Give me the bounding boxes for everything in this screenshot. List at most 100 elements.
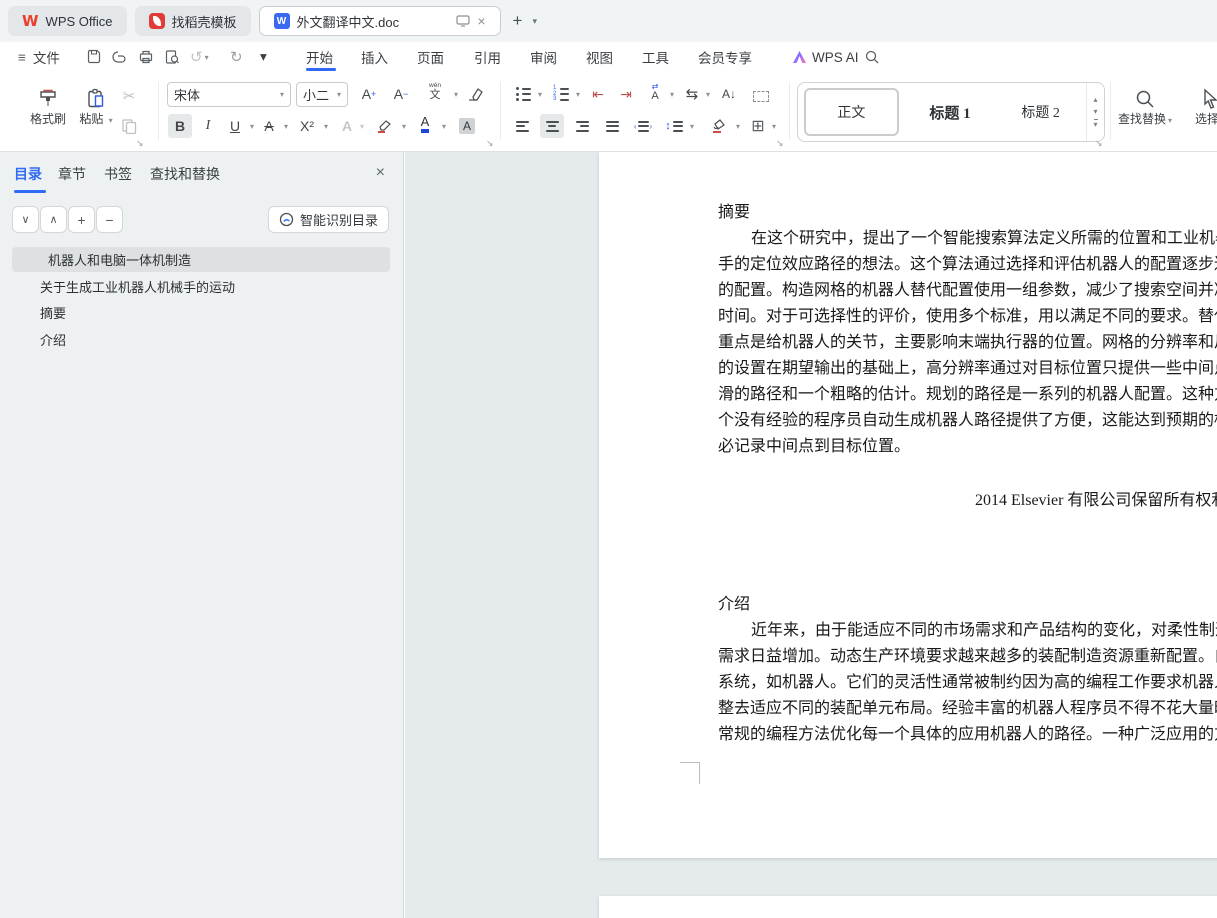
- tab-docer-templates[interactable]: 找稻壳模板: [134, 6, 251, 36]
- font-color-button[interactable]: A: [412, 112, 438, 136]
- justify-icon[interactable]: [600, 114, 624, 138]
- paragraph-group-expand-icon[interactable]: ↘: [776, 138, 784, 149]
- superscript-button[interactable]: X²: [294, 114, 320, 138]
- align-right-icon[interactable]: [570, 114, 594, 138]
- smart-outline-button[interactable]: 智能识别目录: [267, 206, 389, 233]
- outline-item[interactable]: 机器人和电脑一体机制造: [12, 247, 390, 272]
- zoom-out-outline-icon[interactable]: −: [96, 206, 123, 233]
- menu-view[interactable]: 视图: [586, 42, 613, 72]
- new-tab-button[interactable]: +: [513, 11, 523, 31]
- font-name-select[interactable]: 宋体 ▾: [167, 82, 291, 107]
- document-page-2[interactable]: [599, 896, 1217, 918]
- expand-icon[interactable]: ∧: [40, 206, 67, 233]
- bullet-chevron-icon[interactable]: ▾: [538, 90, 542, 99]
- highlight-chevron-icon[interactable]: ▾: [402, 122, 406, 131]
- find-replace-chevron-icon[interactable]: ▾: [1168, 116, 1172, 125]
- redo-icon[interactable]: ↻: [230, 42, 243, 72]
- undo-icon[interactable]: ↺ ▾: [190, 42, 209, 72]
- export-icon[interactable]: [112, 42, 128, 72]
- bullet-list-icon[interactable]: [510, 82, 536, 106]
- font-group-expand-icon[interactable]: ↘: [486, 138, 494, 149]
- numbered-chevron-icon[interactable]: ▾: [576, 90, 580, 99]
- find-replace-button[interactable]: 查找替换 ▾: [1116, 80, 1174, 127]
- increase-indent-icon[interactable]: ⇥: [614, 82, 638, 106]
- distribute-icon[interactable]: ‹ ›: [630, 114, 656, 138]
- tab-wps-home[interactable]: W WPS Office: [8, 6, 127, 36]
- font-color-chevron-icon[interactable]: ▾: [442, 122, 446, 131]
- highlight-color-icon[interactable]: [372, 114, 398, 138]
- bold-button[interactable]: B: [168, 114, 192, 138]
- outline-item[interactable]: 摘要: [12, 300, 390, 325]
- sort-icon[interactable]: A↓: [716, 82, 742, 106]
- pinyin-chevron-icon[interactable]: ▾: [454, 90, 458, 99]
- superscript-chevron-icon[interactable]: ▾: [324, 122, 328, 131]
- underline-chevron-icon[interactable]: ▾: [250, 122, 254, 131]
- align-center-icon[interactable]: [540, 114, 564, 138]
- sidebar-tab-chapters[interactable]: 章节: [58, 164, 86, 184]
- document-page-1[interactable]: 摘要 在这个研究中，提出了一个智能搜索算法定义所需的位置和工业机器人机械 手的定…: [599, 152, 1217, 858]
- character-scale-chevron-icon[interactable]: ▾: [670, 90, 674, 99]
- char-shading-button[interactable]: A: [454, 114, 480, 138]
- clipboard-group-expand-icon[interactable]: ↘: [136, 138, 144, 149]
- monitor-icon[interactable]: [456, 15, 470, 27]
- tab-document[interactable]: W 外文翻译中文.doc ×: [258, 6, 501, 36]
- undo-chevron-icon[interactable]: ▾: [205, 53, 209, 62]
- line-spacing-chevron-icon[interactable]: ▾: [690, 122, 694, 131]
- font-size-select[interactable]: 小二 ▾: [296, 82, 348, 107]
- format-painter-button[interactable]: 格式刷: [26, 80, 70, 127]
- style-heading2[interactable]: 标题 2: [995, 102, 1086, 122]
- strikethrough-button[interactable]: A: [258, 114, 280, 138]
- wps-ai-button[interactable]: WPS AI: [793, 42, 859, 72]
- collapse-icon[interactable]: ∨: [12, 206, 39, 233]
- sidebar-close-icon[interactable]: ×: [376, 164, 385, 182]
- outline-item[interactable]: 介绍: [12, 327, 390, 352]
- shading-icon[interactable]: [706, 114, 732, 138]
- search-icon[interactable]: [864, 42, 880, 72]
- numbered-list-icon[interactable]: 123: [548, 82, 574, 106]
- menu-member[interactable]: 会员专享: [698, 42, 752, 72]
- menu-review[interactable]: 审阅: [530, 42, 557, 72]
- styles-up-icon[interactable]: ▴: [1094, 95, 1098, 104]
- save-icon[interactable]: [86, 42, 102, 72]
- cjk-layout-chevron-icon[interactable]: ▾: [706, 90, 710, 99]
- shading-chevron-icon[interactable]: ▾: [736, 122, 740, 131]
- sidebar-tab-find-replace[interactable]: 查找和替换: [150, 164, 220, 184]
- outline-item[interactable]: 关于生成工业机器人机械手的运动: [12, 274, 390, 299]
- select-button[interactable]: 选择▾: [1186, 80, 1217, 127]
- italic-button[interactable]: I: [198, 114, 218, 138]
- borders-icon[interactable]: ⊞: [746, 114, 770, 138]
- styles-group-expand-icon[interactable]: ↘: [1095, 138, 1103, 149]
- text-effects-icon[interactable]: A: [336, 114, 358, 138]
- zoom-in-outline-icon[interactable]: +: [68, 206, 95, 233]
- borders-chevron-icon[interactable]: ▾: [772, 122, 776, 131]
- sidebar-tab-bookmarks[interactable]: 书签: [104, 164, 132, 184]
- close-tab-icon[interactable]: ×: [477, 13, 485, 29]
- quickbar-chevron-icon[interactable]: ▾: [260, 42, 267, 72]
- strikethrough-chevron-icon[interactable]: ▾: [284, 122, 288, 131]
- menu-tools[interactable]: 工具: [642, 42, 669, 72]
- cut-icon[interactable]: ✂: [116, 84, 142, 108]
- cjk-layout-icon[interactable]: ⇆: [680, 82, 704, 106]
- paste-chevron-icon[interactable]: ▾: [109, 116, 113, 125]
- file-menu[interactable]: ≡ 文件: [18, 42, 60, 72]
- tab-list-chevron-icon[interactable]: ▾: [532, 16, 537, 27]
- print-icon[interactable]: [138, 42, 154, 72]
- menu-page[interactable]: 页面: [417, 42, 444, 72]
- print-preview-icon[interactable]: [164, 42, 180, 72]
- document-canvas[interactable]: 摘要 在这个研究中，提出了一个智能搜索算法定义所需的位置和工业机器人机械 手的定…: [405, 152, 1217, 918]
- styles-more-icon[interactable]: ▾: [1093, 119, 1098, 129]
- line-spacing-icon[interactable]: ↕: [660, 114, 688, 138]
- paste-button[interactable]: 粘贴 ▾: [74, 80, 118, 127]
- decrease-indent-icon[interactable]: ⇤: [586, 82, 610, 106]
- character-scale-icon[interactable]: ⇄ A: [642, 80, 668, 104]
- sidebar-tab-outline[interactable]: 目录: [14, 164, 42, 184]
- increase-font-icon[interactable]: A +: [356, 82, 382, 106]
- clear-format-icon[interactable]: [462, 82, 488, 106]
- pinyin-guide-icon[interactable]: wén 文: [420, 80, 450, 104]
- align-left-icon[interactable]: [510, 114, 534, 138]
- decrease-font-icon[interactable]: A −: [388, 82, 414, 106]
- menu-insert[interactable]: 插入: [361, 42, 388, 72]
- grid-paper-icon[interactable]: [748, 84, 774, 108]
- style-heading1[interactable]: 标题 1: [905, 102, 996, 123]
- copy-icon[interactable]: [116, 114, 142, 138]
